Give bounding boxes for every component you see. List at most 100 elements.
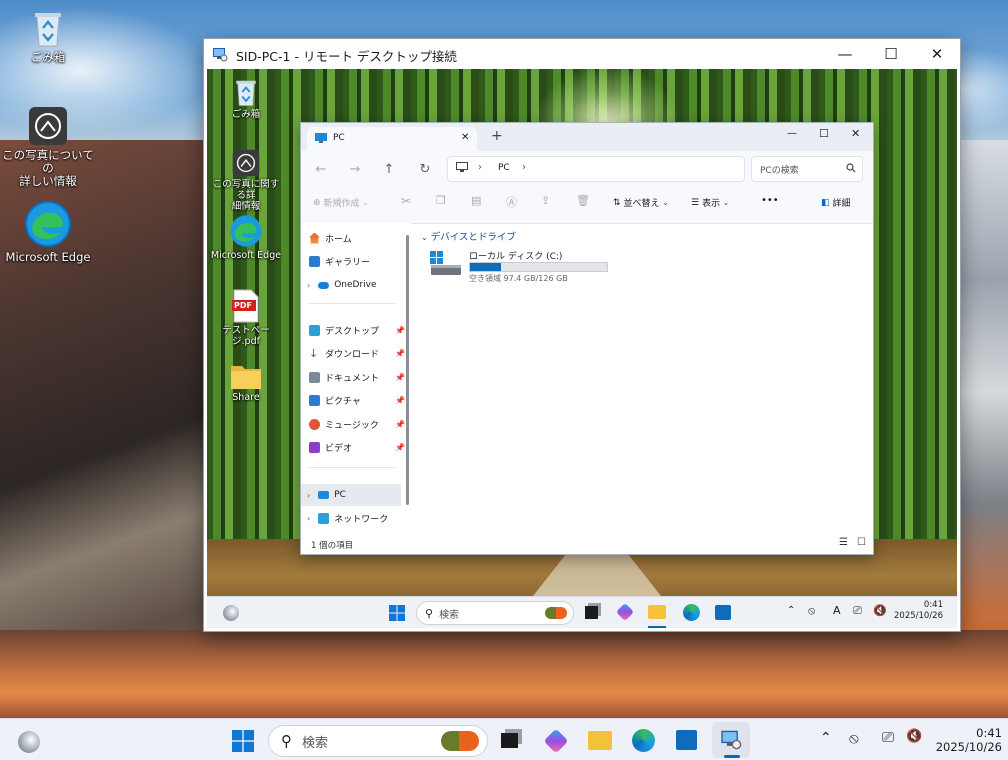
edge-icon[interactable] bbox=[683, 604, 700, 621]
sidebar-divider bbox=[309, 467, 395, 468]
search-box[interactable]: PCの検索 bbox=[751, 156, 863, 182]
task-view-icon[interactable] bbox=[501, 733, 518, 748]
recycle-bin-icon bbox=[31, 8, 65, 48]
edge-icon[interactable] bbox=[632, 729, 655, 752]
pin-icon[interactable]: 📌 bbox=[395, 443, 405, 452]
sidebar-scrollbar[interactable] bbox=[406, 235, 409, 505]
sidebar-item-gallery[interactable]: ギャラリー bbox=[309, 250, 409, 272]
copilot-icon[interactable] bbox=[543, 728, 569, 754]
sidebar-item-pc[interactable]: › PC bbox=[301, 484, 401, 506]
section-header-devices[interactable]: ⌄ デバイスとドライブ bbox=[421, 229, 516, 243]
sidebar-item-documents[interactable]: ドキュメント 📌 bbox=[309, 366, 409, 388]
sidebar-item-downloads[interactable]: ↓ ダウンロード 📌 bbox=[309, 342, 409, 364]
network-offline-icon[interactable]: ⦸ bbox=[849, 729, 859, 747]
breadcrumb-separator[interactable]: › bbox=[522, 162, 526, 173]
sidebar-item-label: OneDrive bbox=[334, 280, 377, 290]
chevron-up-icon[interactable]: ⌃ bbox=[787, 605, 795, 616]
rdp-titlebar[interactable]: SID-PC-1 - リモート デスクトップ接続 — ☐ ✕ bbox=[204, 39, 960, 69]
desktop-icon-photo-info[interactable]: この写真についての 詳しい情報 bbox=[0, 106, 96, 188]
details-view-icon[interactable]: ☰ bbox=[839, 537, 848, 548]
remote-desktop-view[interactable]: ごみ箱 この写真に関する詳 細情報 Microsoft Edge PDF テスト… bbox=[207, 69, 957, 628]
file-explorer-icon[interactable] bbox=[588, 731, 612, 750]
chevron-right-icon[interactable]: › bbox=[307, 491, 310, 500]
sidebar-item-desktop[interactable]: デスクトップ 📌 bbox=[309, 319, 409, 341]
share-icon[interactable]: ⇪ bbox=[541, 194, 550, 207]
sidebar-item-home[interactable]: ホーム bbox=[309, 227, 409, 249]
sort-button[interactable]: ⇅ 並べ替え ⌄ bbox=[613, 196, 668, 210]
file-explorer-icon[interactable] bbox=[648, 605, 666, 619]
rdp-maximize-button[interactable]: ☐ bbox=[868, 39, 914, 69]
details-pane-button[interactable]: ◧ 詳細 bbox=[821, 196, 851, 210]
search-icon: ⚲ bbox=[281, 732, 292, 750]
refresh-icon[interactable]: ↻ bbox=[413, 157, 437, 181]
system-clock[interactable]: 0:41 2025/10/26 bbox=[930, 726, 1002, 754]
remote-icon-photo-info[interactable]: この写真に関する詳 細情報 bbox=[210, 149, 282, 212]
taskbar-search[interactable]: ⚲ 検索 bbox=[268, 725, 488, 757]
rdp-minimize-button[interactable]: — bbox=[822, 39, 868, 69]
drive-item-c[interactable]: ローカル ディスク (C:) 空き領域 97.4 GB/126 GB bbox=[429, 249, 609, 285]
remote-clock[interactable]: 0:41 2025/10/26 bbox=[887, 600, 943, 622]
sidebar-item-onedrive[interactable]: › OneDrive bbox=[301, 274, 401, 296]
task-view-icon[interactable] bbox=[585, 606, 598, 619]
chevron-right-icon[interactable]: › bbox=[307, 281, 310, 290]
sidebar-item-videos[interactable]: ビデオ 📌 bbox=[309, 436, 409, 458]
cut-icon[interactable]: ✂ bbox=[401, 194, 411, 208]
sidebar-item-network[interactable]: › ネットワーク bbox=[301, 507, 401, 529]
volume-muted-icon[interactable]: 🔇 bbox=[906, 729, 922, 744]
pin-icon[interactable]: 📌 bbox=[395, 396, 405, 405]
sidebar-item-pictures[interactable]: ピクチャ 📌 bbox=[309, 389, 409, 411]
chevron-right-icon[interactable]: › bbox=[307, 514, 310, 523]
remote-icon-pdf[interactable]: PDF テストページ.pdf bbox=[210, 289, 282, 347]
gallery-icon bbox=[309, 255, 320, 267]
display-icon[interactable]: ⎚ bbox=[882, 728, 894, 746]
volume-muted-icon[interactable]: 🔇 bbox=[873, 604, 887, 617]
desktop-icon-recycle-bin[interactable]: ごみ箱 bbox=[0, 8, 96, 64]
rdp-close-button[interactable]: ✕ bbox=[914, 39, 960, 69]
new-tab-button[interactable]: + bbox=[491, 128, 503, 144]
desktop-icon-edge[interactable]: Microsoft Edge bbox=[0, 200, 96, 264]
view-button[interactable]: ☰ 表示 ⌄ bbox=[691, 196, 729, 210]
weather-icon[interactable] bbox=[223, 605, 239, 621]
back-arrow-icon[interactable]: ← bbox=[309, 157, 333, 181]
rdp-taskbar-button[interactable] bbox=[712, 722, 750, 758]
paste-icon[interactable]: ▤ bbox=[471, 194, 481, 207]
remote-icon-edge[interactable]: Microsoft Edge bbox=[210, 214, 282, 261]
windows-start-icon[interactable] bbox=[232, 730, 254, 755]
tiles-view-icon[interactable]: ☐ bbox=[857, 537, 866, 548]
remote-taskbar-search[interactable]: ⚲ 検索 bbox=[416, 601, 574, 625]
explorer-minimize-button[interactable]: — bbox=[787, 128, 797, 139]
forward-arrow-icon[interactable]: → bbox=[343, 157, 367, 181]
input-method-icon[interactable]: A bbox=[833, 604, 841, 617]
breadcrumb-pc[interactable]: PC bbox=[498, 163, 510, 173]
weather-icon[interactable] bbox=[18, 731, 40, 753]
windows-start-icon[interactable] bbox=[389, 605, 405, 624]
remote-icon-share-folder[interactable]: Share bbox=[210, 362, 282, 403]
sort-icon: ⇅ bbox=[613, 197, 621, 208]
rename-icon[interactable]: Ⓐ bbox=[506, 194, 517, 210]
network-offline-icon[interactable]: ⦸ bbox=[808, 604, 815, 618]
desktop-icon-label-line2: 詳しい情報 bbox=[19, 174, 77, 188]
store-icon[interactable] bbox=[715, 605, 731, 620]
copy-icon[interactable]: ❐ bbox=[436, 194, 446, 207]
up-arrow-icon[interactable]: ↑ bbox=[377, 157, 401, 181]
address-bar[interactable]: › PC › bbox=[447, 156, 745, 182]
tab-close-button[interactable]: ✕ bbox=[461, 132, 469, 143]
clock-time: 0:41 bbox=[923, 600, 943, 610]
pin-icon[interactable]: 📌 bbox=[395, 420, 405, 429]
more-options-button[interactable]: ••• bbox=[761, 195, 779, 206]
display-icon[interactable]: ⎚ bbox=[853, 604, 862, 618]
pin-icon[interactable]: 📌 bbox=[395, 326, 405, 335]
tab-pc[interactable]: PC ✕ bbox=[307, 127, 477, 151]
delete-icon[interactable]: 🗑 bbox=[576, 194, 590, 207]
store-icon[interactable] bbox=[676, 730, 697, 750]
pc-icon bbox=[315, 133, 327, 147]
chevron-up-icon[interactable]: ⌃ bbox=[820, 730, 832, 746]
sidebar-item-music[interactable]: ミュージック 📌 bbox=[309, 413, 409, 435]
pin-icon[interactable]: 📌 bbox=[395, 373, 405, 382]
explorer-close-button[interactable]: ✕ bbox=[851, 127, 860, 140]
new-button[interactable]: ⊕ 新規作成 ⌄ bbox=[313, 196, 368, 210]
pin-icon[interactable]: 📌 bbox=[395, 349, 405, 358]
explorer-maximize-button[interactable]: ☐ bbox=[819, 127, 829, 140]
remote-icon-recycle-bin[interactable]: ごみ箱 bbox=[210, 77, 282, 120]
copilot-icon[interactable] bbox=[615, 602, 635, 622]
